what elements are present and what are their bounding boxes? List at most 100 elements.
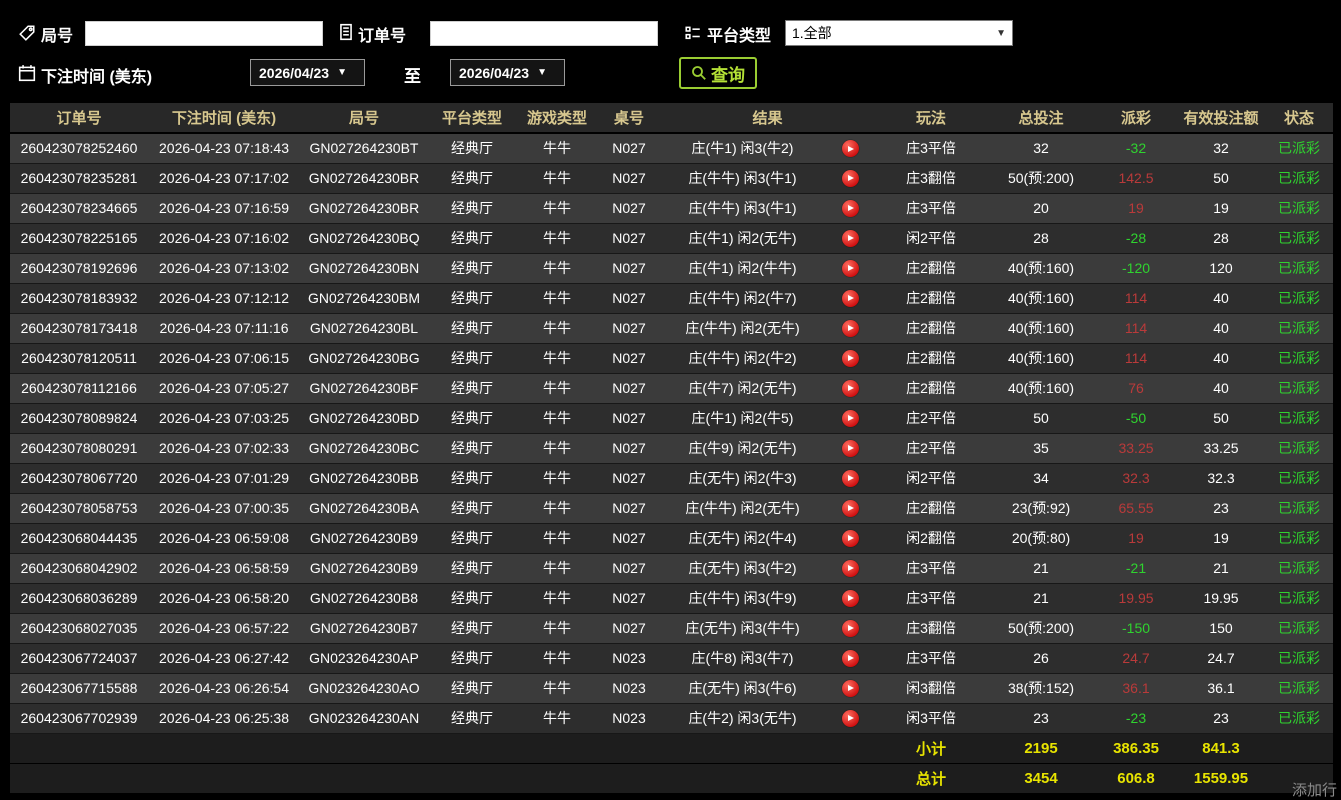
play-icon [848, 445, 854, 451]
cell-platform-type: 经典厅 [428, 553, 516, 583]
tag-icon [18, 24, 36, 42]
corner-watermark: 添加行 [1292, 779, 1337, 800]
play-icon [848, 565, 854, 571]
cell-bet-time: 2026-04-23 07:02:33 [148, 433, 300, 463]
play-icon [848, 535, 854, 541]
cell-video [825, 463, 875, 493]
cell-round-number: GN027264230BF [300, 373, 428, 403]
cell-total-bet: 40(预:160) [987, 373, 1095, 403]
cell-order-number: 260423078120511 [10, 343, 148, 373]
table-summary: 小计 2195 386.35 841.3 总计 3454 606.8 1559.… [10, 733, 1333, 793]
play-video-button[interactable] [842, 290, 859, 307]
cell-platform-type: 经典厅 [428, 493, 516, 523]
document-icon [337, 23, 355, 41]
play-video-button[interactable] [842, 410, 859, 427]
play-video-button[interactable] [842, 170, 859, 187]
play-video-button[interactable] [842, 500, 859, 517]
round-number-label: 局号 [41, 22, 73, 46]
cell-bet-time: 2026-04-23 07:17:02 [148, 163, 300, 193]
cell-play-type: 庄3平倍 [875, 583, 987, 613]
date-to-value: 2026/04/23 [459, 65, 529, 81]
table-row: 260423078112166 2026-04-23 07:05:27 GN02… [10, 373, 1333, 403]
cell-platform-type: 经典厅 [428, 343, 516, 373]
cell-valid-bet: 19 [1177, 523, 1265, 553]
order-number-input[interactable] [430, 21, 658, 46]
cell-payout: 142.5 [1095, 163, 1177, 193]
play-video-button[interactable] [842, 590, 859, 607]
cell-valid-bet: 19 [1177, 193, 1265, 223]
cell-valid-bet: 50 [1177, 403, 1265, 433]
play-video-button[interactable] [842, 680, 859, 697]
cell-payout: -50 [1095, 403, 1177, 433]
date-to-picker[interactable]: 2026/04/23 ▼ [450, 59, 565, 86]
cell-game-type: 牛牛 [516, 643, 598, 673]
cell-platform-type: 经典厅 [428, 403, 516, 433]
cell-game-type: 牛牛 [516, 283, 598, 313]
cell-total-bet: 40(预:160) [987, 343, 1095, 373]
cell-total-bet: 40(预:160) [987, 253, 1095, 283]
subtotal-label: 小计 [875, 733, 987, 763]
cell-play-type: 庄3平倍 [875, 553, 987, 583]
cell-order-number: 260423068027035 [10, 613, 148, 643]
cell-play-type: 庄2翻倍 [875, 313, 987, 343]
magnifier-icon [691, 65, 707, 81]
cell-valid-bet: 28 [1177, 223, 1265, 253]
play-video-button[interactable] [842, 200, 859, 217]
play-video-button[interactable] [842, 620, 859, 637]
cell-order-number: 260423078089824 [10, 403, 148, 433]
play-video-button[interactable] [842, 350, 859, 367]
play-video-button[interactable] [842, 470, 859, 487]
cell-bet-time: 2026-04-23 07:03:25 [148, 403, 300, 433]
cell-total-bet: 34 [987, 463, 1095, 493]
cell-total-bet: 50(预:200) [987, 613, 1095, 643]
cell-round-number: GN027264230BN [300, 253, 428, 283]
play-video-button[interactable] [842, 230, 859, 247]
chevron-down-icon: ▼ [537, 67, 547, 78]
cell-payout: 19 [1095, 523, 1177, 553]
total-label: 总计 [875, 763, 987, 793]
cell-video [825, 283, 875, 313]
play-video-button[interactable] [842, 710, 859, 727]
cell-valid-bet: 33.25 [1177, 433, 1265, 463]
play-video-button[interactable] [842, 320, 859, 337]
play-video-button[interactable] [842, 260, 859, 277]
play-icon [848, 265, 854, 271]
play-video-button[interactable] [842, 440, 859, 457]
platform-select[interactable]: 1.全部 ▼ [785, 20, 1013, 46]
round-number-input[interactable] [85, 21, 323, 46]
cell-result: 庄(无牛) 闲2(牛3) [660, 463, 825, 493]
cell-round-number: GN027264230BQ [300, 223, 428, 253]
cell-bet-time: 2026-04-23 06:25:38 [148, 703, 300, 733]
cell-game-type: 牛牛 [516, 583, 598, 613]
cell-table-number: N027 [598, 553, 660, 583]
cell-table-number: N027 [598, 223, 660, 253]
cell-table-number: N027 [598, 133, 660, 163]
cell-table-number: N027 [598, 433, 660, 463]
cell-round-number: GN027264230BR [300, 163, 428, 193]
cell-total-bet: 20(预:80) [987, 523, 1095, 553]
cell-round-number: GN027264230BR [300, 193, 428, 223]
col-header-play: 玩法 [875, 103, 987, 133]
cell-table-number: N027 [598, 313, 660, 343]
play-video-button[interactable] [842, 380, 859, 397]
play-video-button[interactable] [842, 650, 859, 667]
cell-bet-time: 2026-04-23 07:05:27 [148, 373, 300, 403]
play-video-button[interactable] [842, 560, 859, 577]
cell-result: 庄(无牛) 闲3(牛牛) [660, 613, 825, 643]
cell-table-number: N027 [598, 343, 660, 373]
cell-payout: 114 [1095, 283, 1177, 313]
query-button[interactable]: 查询 [679, 57, 757, 89]
cell-video [825, 613, 875, 643]
cell-play-type: 庄2翻倍 [875, 373, 987, 403]
play-video-button[interactable] [842, 530, 859, 547]
date-from-picker[interactable]: 2026/04/23 ▼ [250, 59, 365, 86]
play-video-button[interactable] [842, 140, 859, 157]
status-badge: 已派彩 [1265, 553, 1333, 583]
table-row: 260423078234665 2026-04-23 07:16:59 GN02… [10, 193, 1333, 223]
cell-order-number: 260423078252460 [10, 133, 148, 163]
cell-game-type: 牛牛 [516, 163, 598, 193]
cell-order-number: 260423068036289 [10, 583, 148, 613]
cell-play-type: 庄2翻倍 [875, 253, 987, 283]
table-row: 260423078067720 2026-04-23 07:01:29 GN02… [10, 463, 1333, 493]
cell-table-number: N027 [598, 493, 660, 523]
